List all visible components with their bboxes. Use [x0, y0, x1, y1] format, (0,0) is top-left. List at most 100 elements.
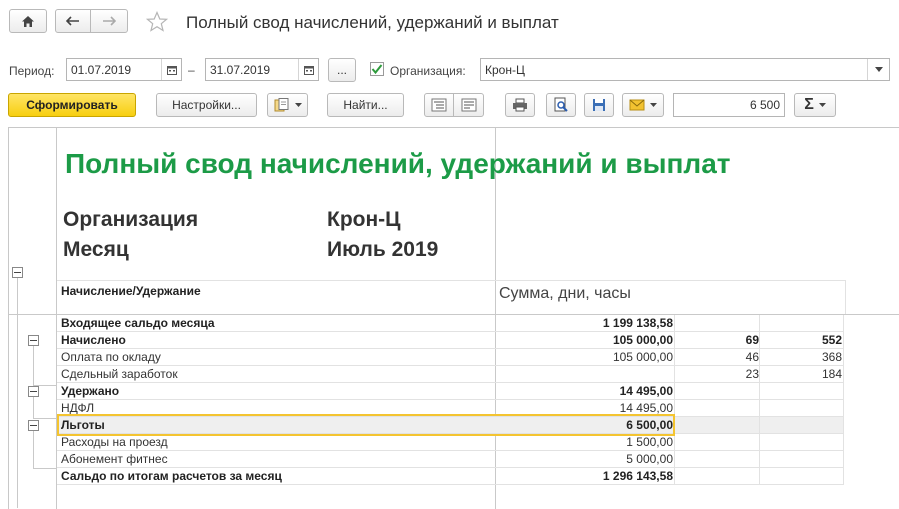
date-to-field[interactable]: 31.07.2019: [205, 58, 319, 81]
report-variants-icon: [274, 98, 288, 112]
row-name-cell: Абонемент фитнес: [61, 452, 168, 466]
generate-button[interactable]: Сформировать: [8, 93, 136, 117]
send-email-button[interactable]: [622, 93, 664, 117]
row-name-cell: Расходы на проезд: [61, 435, 168, 449]
home-icon: [22, 15, 34, 27]
table-row[interactable]: Оплата по окладу 105 000,00 46 368: [57, 349, 844, 366]
calendar-to-button[interactable]: [298, 59, 318, 80]
cell-divider: [843, 400, 844, 417]
variants-menu-button[interactable]: [267, 93, 308, 117]
arrow-right-icon: [103, 16, 116, 26]
envelope-icon: [629, 99, 645, 111]
forward-button[interactable]: [90, 9, 128, 33]
cell-divider: [843, 349, 844, 366]
month-value: Июль 2019: [327, 238, 439, 261]
group-toggle-benefits[interactable]: [28, 420, 39, 431]
settings-button[interactable]: Настройки...: [156, 93, 257, 117]
favorite-star-icon[interactable]: [145, 10, 169, 33]
collapse-groups-button[interactable]: [453, 93, 484, 117]
column-header-name: Начисление/Удержание: [61, 284, 201, 298]
group-toggle-accrued[interactable]: [28, 335, 39, 346]
organization-dropdown-button[interactable]: [867, 59, 889, 80]
report-spreadsheet[interactable]: Полный свод начислений, удержаний и выпл…: [8, 127, 899, 509]
selection-sum-field[interactable]: 6 500: [673, 93, 785, 117]
table-row[interactable]: Абонемент фитнес 5 000,00: [57, 451, 844, 468]
date-from-value: 01.07.2019: [71, 62, 132, 77]
organization-value: Крон-Ц: [485, 62, 525, 77]
row-name-cell: Удержано: [61, 384, 120, 398]
row-sum-cell: 105 000,00: [612, 333, 673, 347]
cell-divider: [759, 468, 760, 485]
table-row[interactable]: Сальдо по итогам расчетов за месяц 1 296 …: [57, 468, 844, 485]
cell-divider: [674, 468, 675, 485]
cell-divider: [843, 468, 844, 485]
row-name-cell: НДФЛ: [61, 401, 95, 415]
period-dash: –: [188, 63, 195, 77]
cell-divider: [674, 400, 675, 417]
cell-divider: [759, 400, 760, 417]
date-to-value: 31.07.2019: [210, 62, 271, 77]
cell-divider: [843, 383, 844, 400]
find-button[interactable]: Найти...: [327, 93, 404, 117]
table-row[interactable]: НДФЛ 14 495,00: [57, 400, 844, 417]
cell-divider: [843, 417, 844, 434]
save-button[interactable]: [584, 93, 614, 117]
row-hours-cell: 368: [821, 350, 842, 364]
print-preview-button[interactable]: [546, 93, 576, 117]
home-button[interactable]: [9, 9, 47, 33]
table-row[interactable]: Входящее сальдо месяца 1 199 138,58: [57, 315, 844, 332]
period-select-button[interactable]: ...: [328, 58, 356, 82]
floppy-disk-icon: [593, 99, 605, 111]
table-row[interactable]: Расходы на проезд 1 500,00: [57, 434, 844, 451]
find-button-label: Найти...: [343, 98, 388, 112]
header-right-edge: [845, 280, 846, 315]
table-row[interactable]: Начислено 105 000,00 69 552: [57, 332, 844, 349]
row-hours-cell: 184: [821, 367, 842, 381]
tree-line: [33, 346, 34, 386]
cell-divider: [843, 332, 844, 349]
row-sum-cell: 6 500,00: [626, 418, 673, 432]
collapse-groups-icon: [461, 98, 476, 112]
generate-button-label: Сформировать: [26, 98, 118, 112]
cell-divider: [674, 417, 675, 434]
selection-sum-value: 6 500: [749, 98, 780, 112]
organization-value: Крон-Ц: [327, 208, 401, 231]
cell-divider: [674, 434, 675, 451]
column-header-sum: Сумма, дни, часы: [499, 285, 631, 302]
cell-divider: [759, 417, 760, 434]
row-name-cell: Оплата по окладу: [61, 350, 161, 364]
cell-divider: [759, 315, 760, 332]
cell-divider: [759, 434, 760, 451]
checkmark-icon: [371, 64, 383, 75]
back-button[interactable]: [55, 9, 91, 33]
row-sum-cell: 1 199 138,58: [602, 316, 673, 330]
organization-checkbox[interactable]: [370, 62, 384, 76]
cell-divider: [674, 451, 675, 468]
date-from-field[interactable]: 01.07.2019: [66, 58, 182, 81]
window-title: Полный свод начислений, удержаний и выпл…: [186, 13, 559, 32]
report-title: Полный свод начислений, удержаний и выпл…: [65, 148, 731, 179]
organization-caption: Организация: [63, 208, 199, 231]
table-row[interactable]: Сдельный заработок 23 184: [57, 366, 844, 383]
table-row[interactable]: Льготы 6 500,00: [57, 417, 844, 434]
group-toggle-withheld[interactable]: [28, 386, 39, 397]
cell-divider: [843, 434, 844, 451]
row-name-cell: Льготы: [61, 418, 105, 432]
calendar-icon: [303, 65, 314, 75]
printer-icon: [513, 98, 527, 112]
row-sum-cell: 1 500,00: [626, 435, 673, 449]
print-preview-icon: [554, 97, 568, 112]
row-sum-cell: 1 296 143,58: [602, 469, 673, 483]
settings-button-label: Настройки...: [172, 98, 241, 112]
organization-field[interactable]: Крон-Ц: [480, 58, 890, 81]
calendar-from-button[interactable]: [161, 59, 181, 80]
print-button[interactable]: [505, 93, 535, 117]
sigma-icon: Σ: [804, 96, 814, 113]
table-row[interactable]: Удержано 14 495,00: [57, 383, 844, 400]
organization-label: Организация:: [390, 64, 466, 78]
sum-type-button[interactable]: Σ: [794, 93, 836, 117]
tree-line: [33, 397, 34, 419]
collapse-all-toggle[interactable]: [12, 267, 23, 278]
arrow-left-icon: [66, 16, 79, 26]
expand-groups-button[interactable]: [424, 93, 454, 117]
